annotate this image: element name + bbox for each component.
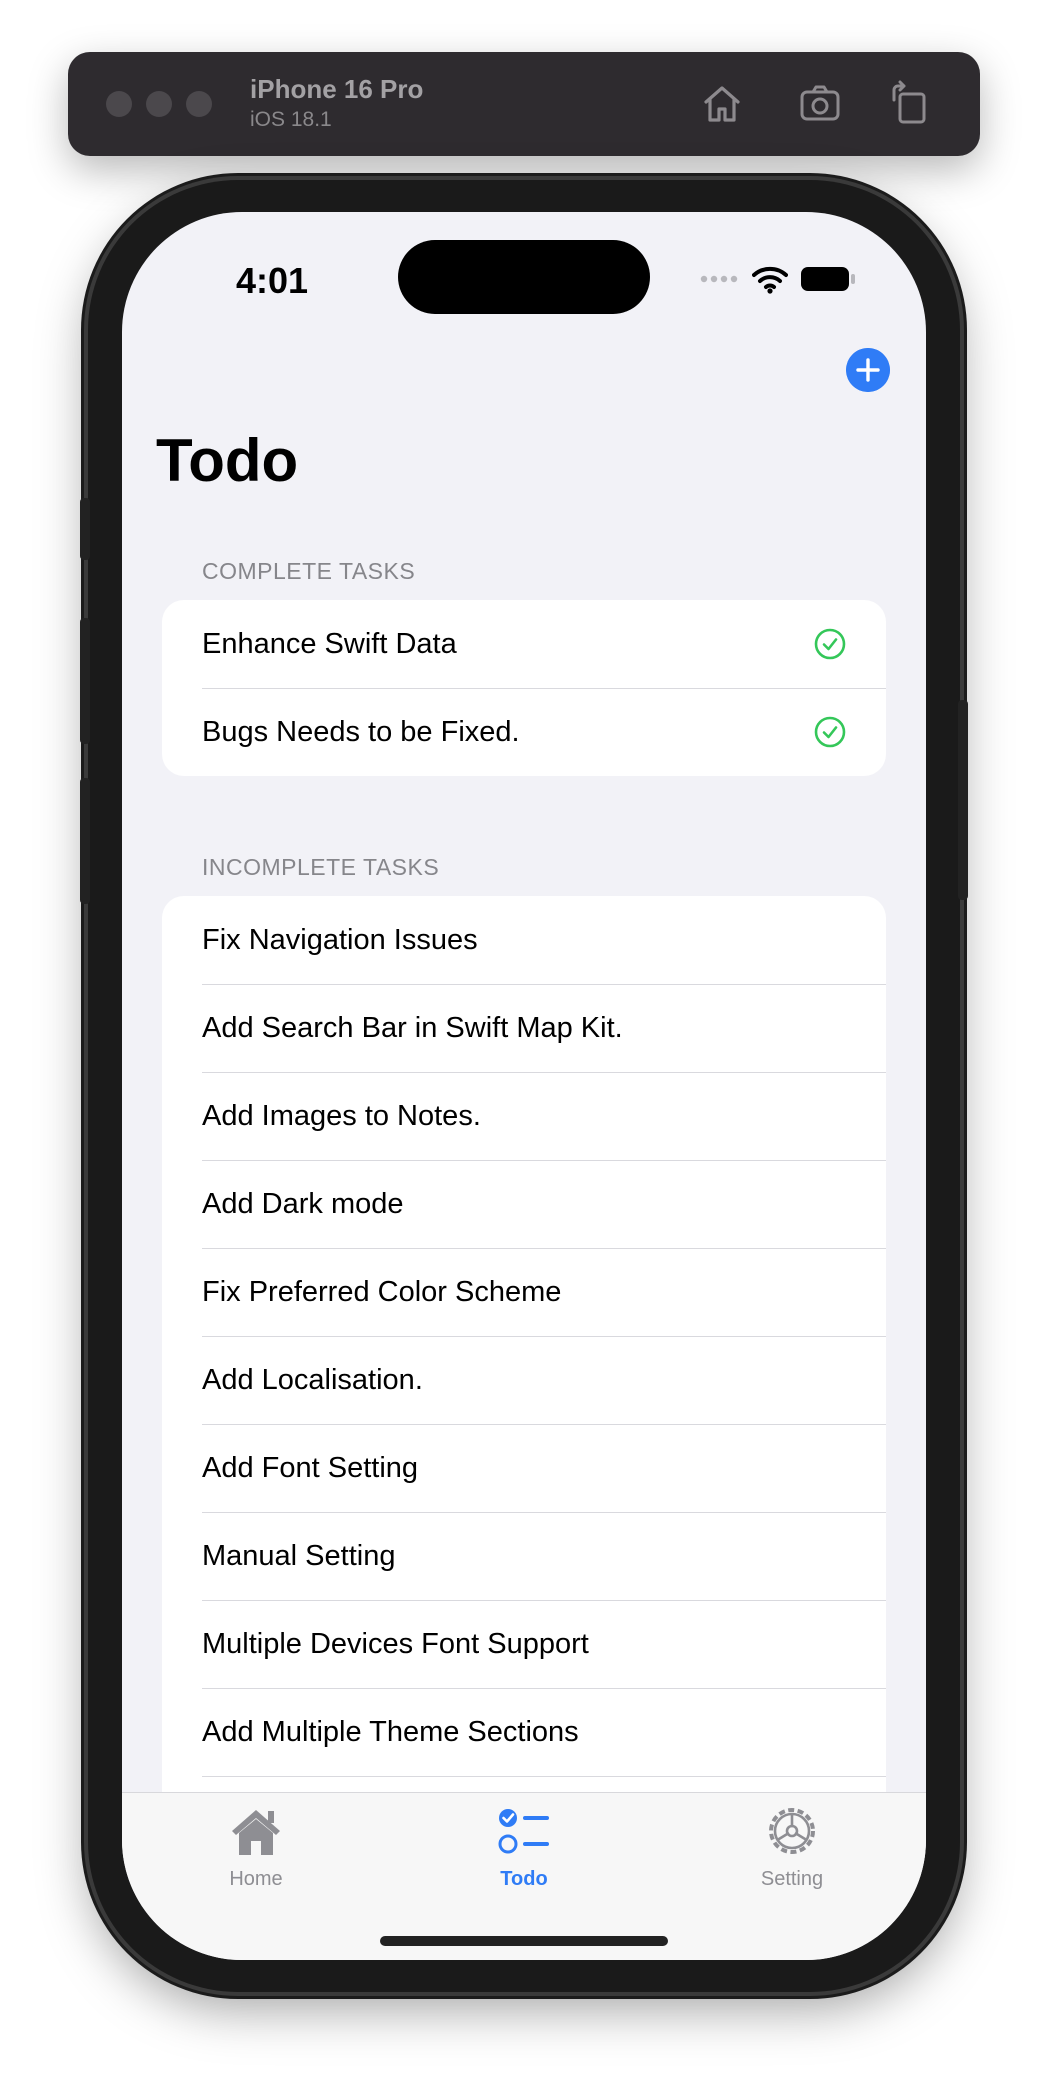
task-title: Add Localisation.	[202, 1363, 423, 1396]
tab-setting[interactable]: Setting	[712, 1805, 872, 1891]
tab-todo[interactable]: Todo	[444, 1805, 604, 1891]
task-title: Multiple Devices Font Support	[202, 1627, 589, 1660]
task-title: Add Images to Notes.	[202, 1099, 481, 1132]
task-title: Fix Preferred Color Scheme	[202, 1275, 562, 1308]
list-item[interactable]: Add Localisation.	[162, 1336, 886, 1424]
list-item[interactable]: Enhance Swift Data	[162, 600, 886, 688]
zoom-window-button[interactable]	[186, 91, 212, 117]
volume-down-button	[80, 778, 90, 904]
tab-home[interactable]: Home	[176, 1805, 336, 1891]
incomplete-tasks-list: Fix Navigation Issues Add Search Bar in …	[162, 896, 886, 1816]
volume-up-button	[80, 618, 90, 744]
task-title: Manual Setting	[202, 1539, 396, 1572]
list-item[interactable]: Fix Navigation Issues	[162, 896, 886, 984]
close-window-button[interactable]	[106, 91, 132, 117]
battery-icon	[801, 267, 855, 291]
tab-bar: Home Todo Setting	[122, 1792, 926, 1960]
task-title: Enhance Swift Data	[202, 627, 457, 660]
dynamic-island	[398, 240, 650, 314]
task-title: Add Font Setting	[202, 1451, 419, 1484]
task-title: Fix Navigation Issues	[202, 923, 478, 956]
home-icon[interactable]	[698, 80, 746, 128]
task-title: Bugs Needs to be Fixed.	[202, 715, 520, 748]
section-header-complete: COMPLETE TASKS	[202, 558, 416, 584]
list-item[interactable]: Manual Setting	[162, 1512, 886, 1600]
device-name: iPhone 16 Pro	[250, 74, 424, 104]
simulator-window: iPhone 16 Pro iOS 18.1 4:01 Todo COMPLET…	[0, 0, 1048, 2080]
rotate-icon[interactable]	[886, 80, 934, 128]
checkmark-circle-icon[interactable]	[814, 716, 846, 748]
home-indicator	[380, 1936, 668, 1946]
checkmark-circle-icon[interactable]	[814, 628, 846, 660]
power-button	[958, 700, 968, 900]
status-time: 4:01	[236, 260, 309, 301]
status-indicators	[700, 264, 856, 294]
section-header-incomplete: INCOMPLETE TASKS	[202, 854, 440, 880]
complete-tasks-list: Enhance Swift Data Bugs Needs to be Fixe…	[162, 600, 886, 776]
list-item[interactable]: Add Images to Notes.	[162, 1072, 886, 1160]
phone-screen: 4:01 Todo COMPLETE TASKS Enhance Swift D…	[122, 212, 926, 1960]
cellular-signal-icon	[700, 275, 738, 283]
gear-icon	[769, 1808, 815, 1854]
device-os-version: iOS 18.1	[250, 108, 332, 131]
action-button	[80, 498, 90, 560]
list-item[interactable]: Add Dark mode	[162, 1160, 886, 1248]
tab-label-todo: Todo	[500, 1868, 548, 1890]
list-item[interactable]: Add Search Bar in Swift Map Kit.	[162, 984, 886, 1072]
minimize-window-button[interactable]	[146, 91, 172, 117]
wifi-icon	[752, 266, 788, 294]
page-title: Todo	[156, 427, 299, 494]
list-item[interactable]: Fix Preferred Color Scheme	[162, 1248, 886, 1336]
task-title: Add Dark mode	[202, 1187, 404, 1220]
list-item[interactable]: Add Font Setting	[162, 1424, 886, 1512]
add-task-button[interactable]	[846, 348, 890, 392]
task-title: Add Multiple Theme Sections	[202, 1715, 579, 1748]
checklist-icon	[498, 1809, 549, 1854]
task-title: Add Search Bar in Swift Map Kit.	[202, 1011, 623, 1044]
house-icon	[232, 1810, 280, 1855]
list-item[interactable]: Bugs Needs to be Fixed.	[162, 688, 886, 776]
list-item[interactable]: Add Multiple Theme Sections	[162, 1688, 886, 1776]
tab-label-home: Home	[229, 1868, 283, 1890]
list-item[interactable]: Multiple Devices Font Support	[162, 1600, 886, 1688]
tab-label-setting: Setting	[760, 1868, 824, 1890]
screenshot-icon[interactable]	[796, 80, 844, 128]
